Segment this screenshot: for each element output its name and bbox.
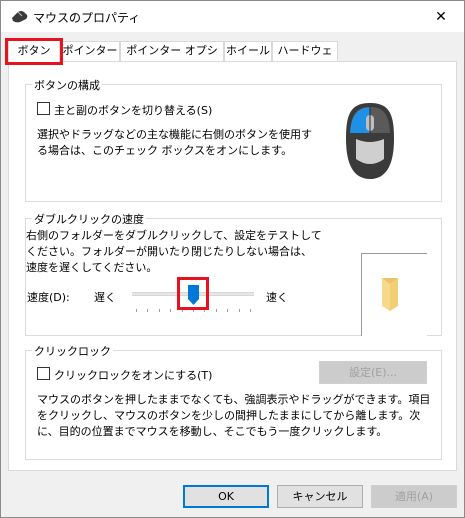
fast-label: 速く xyxy=(266,291,288,304)
window-title: マウスのプロパティ xyxy=(33,11,141,25)
cancel-button[interactable]: キャンセル xyxy=(277,485,363,508)
slider-thumb[interactable] xyxy=(187,285,199,305)
slider-tick xyxy=(204,309,206,312)
slider-tick xyxy=(193,309,194,312)
speed-label: 速度(D): xyxy=(27,291,70,304)
slider-tick xyxy=(147,309,149,312)
slider-tick xyxy=(238,309,240,312)
slider-tick xyxy=(227,309,229,312)
tab-wheel[interactable]: ホイール xyxy=(224,41,272,61)
slider-tick xyxy=(181,309,183,312)
mouse-icon xyxy=(12,11,28,23)
double-click-test-area[interactable] xyxy=(361,253,427,336)
tab-pointers[interactable]: ポインター xyxy=(60,41,120,61)
title-bar: マウスのプロパティ ✕ xyxy=(1,1,464,32)
click-lock-settings-button[interactable]: 設定(E)... xyxy=(319,361,427,384)
group-title: ボタンの構成 xyxy=(32,77,102,93)
double-click-speed-slider[interactable] xyxy=(130,285,258,315)
tab-pointer-options[interactable]: ポインター オプション xyxy=(120,41,224,75)
folder-icon[interactable] xyxy=(378,276,408,312)
click-lock-description: マウスのボタンを押したままでなくても、強調表示やドラッグができます。項目をクリッ… xyxy=(37,393,431,438)
close-button[interactable]: ✕ xyxy=(418,1,464,32)
tab-panel: ボタンの構成 主と副のボタンを切り替える(S) 選択やドラッグなどの主な機能に右… xyxy=(8,61,457,471)
slider-tick xyxy=(158,309,160,312)
double-click-description: 右側のフォルダーをダブルクリックして、設定をテストしてください。フォルダーが開い… xyxy=(26,229,322,274)
tab-buttons[interactable]: ボタン xyxy=(8,39,60,62)
slow-label: 遅く xyxy=(94,291,116,304)
slider-tick xyxy=(136,309,137,312)
slider-tick xyxy=(170,309,172,312)
slider-tick xyxy=(215,309,217,312)
close-icon: ✕ xyxy=(435,8,447,25)
swap-buttons-checkbox[interactable] xyxy=(37,102,50,115)
group-title: ダブルクリックの速度 xyxy=(32,211,146,227)
group-title: クリックロック xyxy=(32,343,113,359)
slider-tick xyxy=(250,309,251,312)
click-lock-group: クリックロック クリックロックをオンにする(T) 設定(E)... マウスのボタ… xyxy=(25,343,442,460)
mouse-illustration xyxy=(346,103,394,179)
mouse-properties-window: マウスのプロパティ ✕ ボタン ポインター ポインター オプション ホイール ハ… xyxy=(0,0,465,518)
button-config-group: ボタンの構成 主と副のボタンを切り替える(S) 選択やドラッグなどの主な機能に右… xyxy=(25,77,442,202)
double-click-group: ダブルクリックの速度 右側のフォルダーをダブルクリックして、設定をテストしてくだ… xyxy=(25,211,442,336)
click-lock-checkbox[interactable] xyxy=(37,367,50,380)
click-lock-label[interactable]: クリックロックをオンにする(T) xyxy=(54,367,212,383)
tab-hardware[interactable]: ハードウェア xyxy=(272,41,338,75)
apply-button[interactable]: 適用(A) xyxy=(371,485,457,508)
swap-buttons-label[interactable]: 主と副のボタンを切り替える(S) xyxy=(54,102,212,118)
swap-buttons-description: 選択やドラッグなどの主な機能に右側のボタンを使用する場合は、このチェック ボック… xyxy=(37,128,312,157)
ok-button[interactable]: OK xyxy=(183,485,269,508)
